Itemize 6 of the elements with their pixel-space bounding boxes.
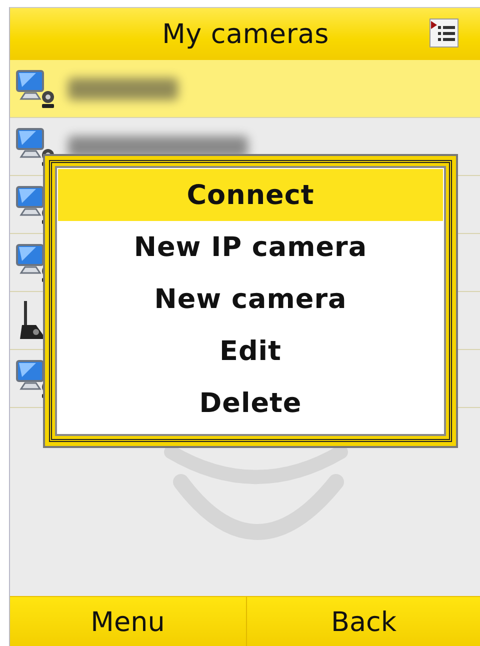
softkey-button[interactable]: Menu bbox=[10, 597, 246, 646]
screen-title: My cameras bbox=[162, 18, 329, 50]
computer-webcam-icon bbox=[16, 68, 56, 108]
menu-item[interactable]: Connect bbox=[58, 169, 443, 221]
softkey-button[interactable]: Back bbox=[246, 597, 480, 646]
list-menu-icon[interactable] bbox=[429, 18, 459, 48]
